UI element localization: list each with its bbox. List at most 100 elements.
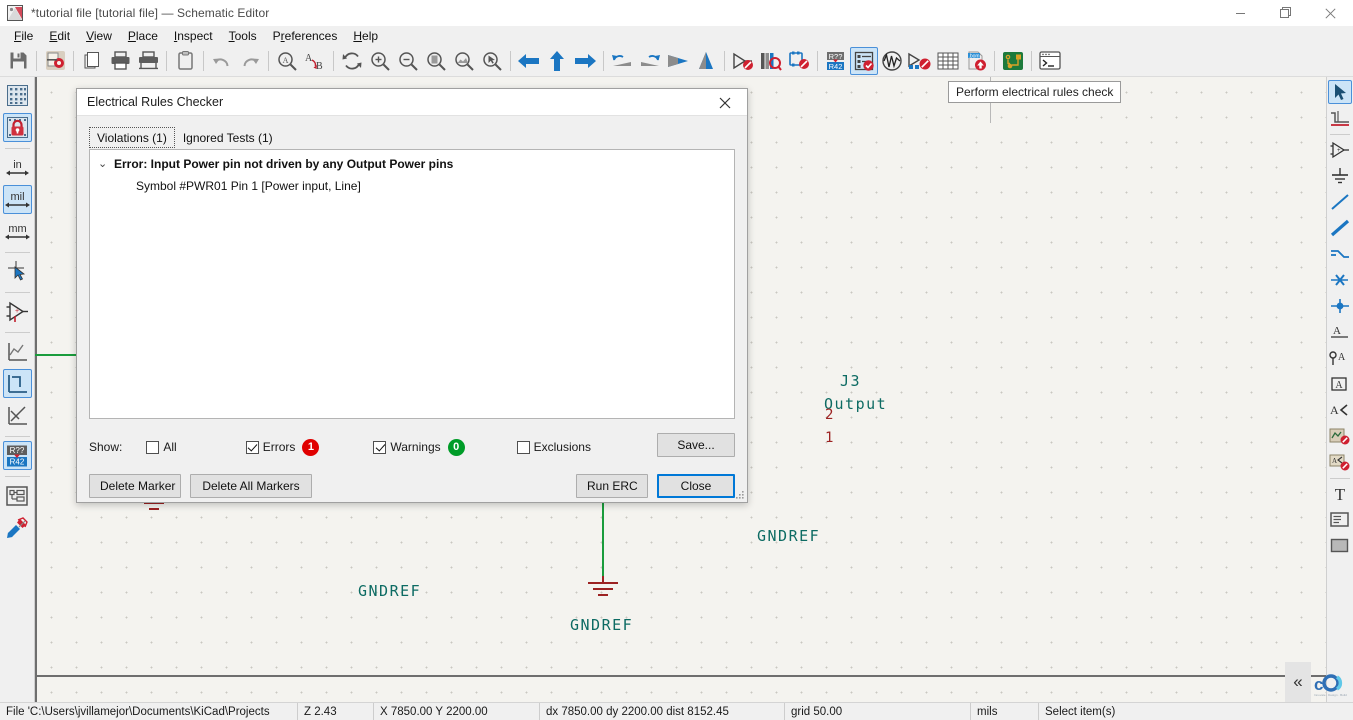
print-icon[interactable] <box>106 47 134 75</box>
net-label-icon[interactable]: A <box>1328 320 1352 344</box>
checkbox-errors[interactable] <box>245 440 259 454</box>
h-v-wire-icon[interactable] <box>2 369 32 398</box>
collapse-panel-button[interactable]: « <box>1285 662 1311 702</box>
select-tool-icon[interactable] <box>1328 80 1352 104</box>
save-report-button[interactable]: Save... <box>657 433 735 457</box>
free-angle-wire-icon[interactable] <box>3 337 32 366</box>
draw-rectangle-icon[interactable] <box>1328 534 1352 558</box>
place-textbox-icon[interactable] <box>1328 508 1352 532</box>
junction-icon[interactable] <box>1328 294 1352 318</box>
filter-warnings[interactable]: Warnings 0 <box>373 438 465 456</box>
global-label-icon[interactable]: A <box>1328 346 1352 370</box>
units-mm-icon[interactable]: mm <box>3 217 32 246</box>
checkbox-all[interactable] <box>146 440 160 454</box>
find-replace-icon[interactable]: A B <box>301 47 329 75</box>
toggle-grid-icon[interactable] <box>3 81 32 110</box>
checkbox-exclusions[interactable] <box>516 440 530 454</box>
highlight-net-icon[interactable] <box>1328 106 1352 130</box>
annotate-icon[interactable]: R?? R42 <box>822 47 850 75</box>
print-page-icon[interactable] <box>78 47 106 75</box>
minimize-button[interactable] <box>1218 0 1263 26</box>
violation-detail[interactable]: Symbol #PWR01 Pin 1 [Power input, Line] <box>136 178 726 194</box>
filter-errors[interactable]: Errors 1 <box>245 438 320 456</box>
zoom-fit-page-icon[interactable] <box>422 47 450 75</box>
scripting-console-icon[interactable] <box>1036 47 1064 75</box>
undo-icon[interactable] <box>208 47 236 75</box>
fields-table-icon[interactable] <box>934 47 962 75</box>
place-symbol-icon[interactable]: + <box>1328 138 1352 162</box>
power-label-gndref-center[interactable]: GNDREF <box>570 616 633 634</box>
zoom-in-icon[interactable] <box>366 47 394 75</box>
violations-list[interactable]: ⌄ Error: Input Power pin not driven by a… <box>89 149 735 419</box>
annotate-indicator-icon[interactable]: R?? R42 <box>2 441 32 470</box>
power-label-gndref-left[interactable]: GNDREF <box>358 582 421 600</box>
menu-tools[interactable]: Tools <box>221 27 265 45</box>
properties-manager-icon[interactable] <box>3 513 32 542</box>
violation-group-row[interactable]: ⌄ Error: Input Power pin not driven by a… <box>98 156 726 173</box>
zoom-area-icon[interactable] <box>478 47 506 75</box>
grid-lock-icon[interactable] <box>2 113 32 142</box>
erc-icon[interactable] <box>850 46 878 75</box>
zoom-out-icon[interactable] <box>394 47 422 75</box>
menu-edit[interactable]: Edit <box>41 27 78 45</box>
rotate-ccw-icon[interactable] <box>608 47 636 75</box>
sheet-pin-icon[interactable]: A <box>1328 450 1352 474</box>
footprint-assign-icon[interactable] <box>785 47 813 75</box>
units-mils-icon[interactable]: mil <box>2 185 32 214</box>
maximize-button[interactable] <box>1263 0 1308 26</box>
symbol-editor-icon[interactable] <box>729 47 757 75</box>
filter-exclusions[interactable]: Exclusions <box>516 440 591 454</box>
run-erc-button[interactable]: Run ERC <box>576 474 648 498</box>
draw-bus-icon[interactable] <box>1328 216 1352 240</box>
leave-sheet-icon[interactable] <box>515 47 543 75</box>
units-inches-icon[interactable]: in <box>3 153 32 182</box>
up-sheet-icon[interactable] <box>543 47 571 75</box>
simulator-icon[interactable] <box>878 47 906 75</box>
hierarchical-label-icon[interactable]: A <box>1328 372 1352 396</box>
enter-sheet-icon[interactable] <box>571 47 599 75</box>
plot-icon[interactable] <box>134 47 162 75</box>
menu-help[interactable]: Help <box>345 27 386 45</box>
dialog-close-icon[interactable] <box>703 89 747 116</box>
paste-icon[interactable] <box>171 47 199 75</box>
zoom-fit-objects-icon[interactable] <box>450 47 478 75</box>
redo-icon[interactable] <box>236 47 264 75</box>
page-settings-icon[interactable] <box>41 47 69 75</box>
close-dialog-button[interactable]: Close <box>657 474 735 498</box>
close-window-button[interactable] <box>1308 0 1353 26</box>
menu-view[interactable]: View <box>78 27 120 45</box>
no-connect-flag-icon[interactable] <box>1328 268 1352 292</box>
checkbox-warnings[interactable] <box>373 440 387 454</box>
symbol-library-browser-icon[interactable] <box>757 47 785 75</box>
pcb-editor-icon[interactable] <box>999 47 1027 75</box>
find-icon[interactable]: A <box>273 47 301 75</box>
hierarchy-navigator-icon[interactable] <box>3 481 32 510</box>
power-label-gndref-right[interactable]: GNDREF <box>757 527 820 545</box>
place-sheet-icon[interactable] <box>1328 424 1352 448</box>
netlist-icon[interactable] <box>906 47 934 75</box>
bus-entry-icon[interactable] <box>1328 242 1352 266</box>
menu-file[interactable]: File <box>6 27 41 45</box>
wire-segment-gnd-v-center[interactable] <box>602 497 604 577</box>
full-crosshair-icon[interactable] <box>3 257 32 286</box>
place-power-port-icon[interactable] <box>1328 164 1352 188</box>
text-label-icon[interactable]: A <box>1328 398 1352 422</box>
save-icon[interactable] <box>4 47 32 75</box>
45-degree-wire-icon[interactable] <box>3 401 32 430</box>
refresh-icon[interactable] <box>338 47 366 75</box>
bom-icon[interactable]: .bom <box>962 47 990 75</box>
delete-all-markers-button[interactable]: Delete All Markers <box>190 474 312 498</box>
filter-all[interactable]: All <box>146 440 177 454</box>
chevron-down-icon[interactable]: ⌄ <box>98 156 109 173</box>
draw-wire-icon[interactable] <box>1328 190 1352 214</box>
mirror-vertical-icon[interactable] <box>692 47 720 75</box>
menu-preferences[interactable]: Preferences <box>265 27 346 45</box>
dialog-resize-grip[interactable] <box>734 489 745 500</box>
mirror-horizontal-icon[interactable] <box>664 47 692 75</box>
menu-place[interactable]: Place <box>120 27 166 45</box>
symbol-ref-j3[interactable]: J3 <box>840 372 861 390</box>
menu-inspect[interactable]: Inspect <box>166 27 221 45</box>
hidden-pins-icon[interactable]: + <box>3 297 32 326</box>
place-text-icon[interactable]: T <box>1328 482 1352 506</box>
tab-violations[interactable]: Violations (1) <box>89 127 175 148</box>
